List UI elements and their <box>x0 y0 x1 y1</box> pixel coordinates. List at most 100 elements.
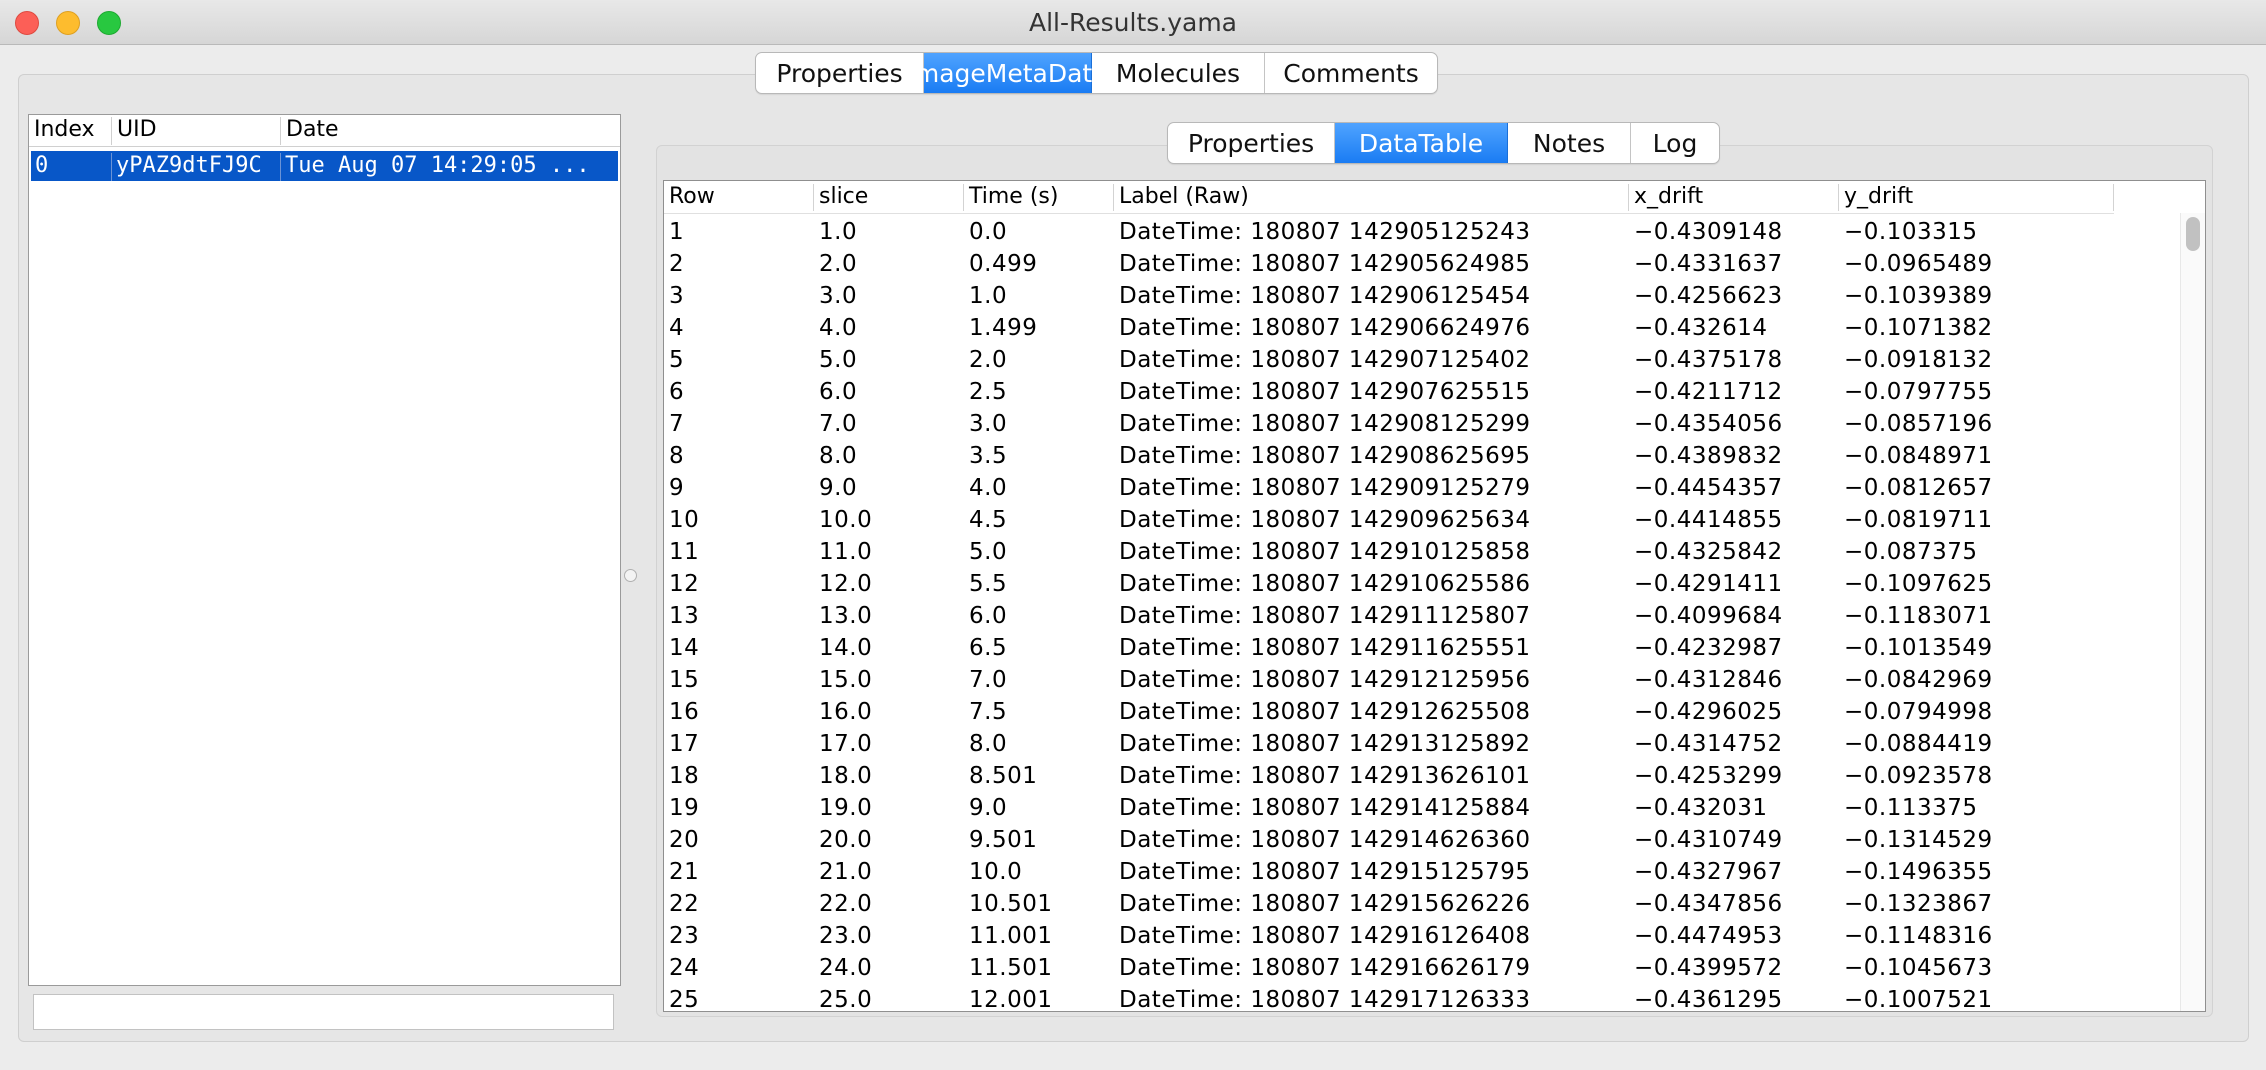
column-header-slice[interactable]: slice <box>814 184 964 211</box>
y-drift-cell: −0.1496355 <box>1844 859 1993 885</box>
table-row[interactable]: 5 5.0 2.0 DateTime: 180807 142907125402 −0.4… <box>664 344 2114 376</box>
column-header-time[interactable]: Time (s) <box>964 184 1114 211</box>
column-header-index[interactable]: Index <box>29 117 112 145</box>
table-row[interactable]: 9 9.0 4.0 DateTime: 180807 142909125279 −0.4… <box>664 472 2114 504</box>
label-cell: DateTime: 180807 142908125299 <box>1119 411 1531 437</box>
table-row[interactable]: 23 23.0 11.001 DateTime: 180807 14291612640… <box>664 920 2114 952</box>
vertical-scrollbar[interactable] <box>2180 213 2205 1011</box>
table-row[interactable]: 21 21.0 10.0 DateTime: 180807 142915125795 −… <box>664 856 2114 888</box>
time-cell: 4.0 <box>969 475 1008 501</box>
label-cell: DateTime: 180807 142915626226 <box>1119 891 1531 917</box>
time-cell: 9.0 <box>969 795 1008 821</box>
slice-cell: 11.0 <box>819 539 873 565</box>
slice-cell: 21.0 <box>819 859 873 885</box>
row-cell: 12 <box>669 571 700 597</box>
data-table-body: 1 1.0 0.0 DateTime: 180807 142905125243 −0.4… <box>664 216 2114 1012</box>
table-row[interactable]: 0 yPAZ9dtFJ9C Tue Aug 07 14:29:05 ... <box>31 151 618 181</box>
y-drift-cell: −0.0812657 <box>1844 475 1993 501</box>
row-cell: 20 <box>669 827 700 853</box>
time-cell: 0.499 <box>969 251 1038 277</box>
slice-cell: 9.0 <box>819 475 858 501</box>
slice-cell: 20.0 <box>819 827 873 853</box>
tab-imagemetadata[interactable]: ImageMetaData <box>907 53 1108 93</box>
x-drift-cell: −0.4361295 <box>1634 987 1783 1012</box>
time-cell: 11.501 <box>969 955 1053 981</box>
uid-cell: yPAZ9dtFJ9C <box>112 153 281 181</box>
column-header-label-raw[interactable]: Label (Raw) <box>1114 184 1629 211</box>
table-row[interactable]: 12 12.0 5.5 DateTime: 180807 142910625586 −0… <box>664 568 2114 600</box>
table-row[interactable]: 19 19.0 9.0 DateTime: 180807 142914125884 −0… <box>664 792 2114 824</box>
column-header-uid[interactable]: UID <box>112 117 281 145</box>
slice-cell: 25.0 <box>819 987 873 1012</box>
label-cell: DateTime: 180807 142915125795 <box>1119 859 1531 885</box>
tab-properties-sub[interactable]: Properties <box>1168 123 1335 163</box>
time-cell: 9.501 <box>969 827 1038 853</box>
label-cell: DateTime: 180807 142913125892 <box>1119 731 1531 757</box>
label-cell: DateTime: 180807 142913626101 <box>1119 763 1531 789</box>
y-drift-cell: −0.0848971 <box>1844 443 1993 469</box>
tab-comments[interactable]: Comments <box>1265 53 1437 93</box>
tab-datatable[interactable]: DataTable <box>1335 123 1508 163</box>
y-drift-cell: −0.1183071 <box>1844 603 1993 629</box>
slice-cell: 15.0 <box>819 667 873 693</box>
tab-properties[interactable]: Properties <box>756 53 924 93</box>
table-row[interactable]: 17 17.0 8.0 DateTime: 180807 142913125892 −0… <box>664 728 2114 760</box>
label-cell: DateTime: 180807 142912125956 <box>1119 667 1531 693</box>
split-pane-divider[interactable] <box>624 569 637 582</box>
y-drift-cell: −0.0794998 <box>1844 699 1993 725</box>
slice-cell: 18.0 <box>819 763 873 789</box>
x-drift-cell: −0.4474953 <box>1634 923 1783 949</box>
slice-cell: 13.0 <box>819 603 873 629</box>
row-cell: 14 <box>669 635 700 661</box>
label-cell: DateTime: 180807 142907125402 <box>1119 347 1531 373</box>
table-row[interactable]: 7 7.0 3.0 DateTime: 180807 142908125299 −0.4… <box>664 408 2114 440</box>
table-row[interactable]: 8 8.0 3.5 DateTime: 180807 142908625695 −0.4… <box>664 440 2114 472</box>
table-row[interactable]: 4 4.0 1.499 DateTime: 180807 142906624976 −0… <box>664 312 2114 344</box>
time-cell: 8.501 <box>969 763 1038 789</box>
scrollbar-thumb[interactable] <box>2186 217 2200 251</box>
row-cell: 18 <box>669 763 700 789</box>
table-row[interactable]: 24 24.0 11.501 DateTime: 180807 14291662617… <box>664 952 2114 984</box>
metadata-table-header: Index UID Date <box>29 115 620 147</box>
table-row[interactable]: 18 18.0 8.501 DateTime: 180807 142913626101… <box>664 760 2114 792</box>
table-row[interactable]: 2 2.0 0.499 DateTime: 180807 142905624985 −0… <box>664 248 2114 280</box>
label-cell: DateTime: 180807 142912625508 <box>1119 699 1531 725</box>
time-cell: 5.5 <box>969 571 1008 597</box>
x-drift-cell: −0.4414855 <box>1634 507 1783 533</box>
table-row[interactable]: 10 10.0 4.5 DateTime: 180807 142909625634 −0… <box>664 504 2114 536</box>
column-header-row[interactable]: Row <box>664 184 814 211</box>
label-cell: DateTime: 180807 142910125858 <box>1119 539 1531 565</box>
metadata-table: Index UID Date 0 yPAZ9dtFJ9C Tue Aug 07 … <box>28 114 621 986</box>
table-row[interactable]: 20 20.0 9.501 DateTime: 180807 142914626360… <box>664 824 2114 856</box>
table-row[interactable]: 25 25.0 12.001 DateTime: 180807 14291712633… <box>664 984 2114 1012</box>
column-header-x-drift[interactable]: x_drift <box>1629 184 1839 211</box>
search-input[interactable] <box>33 994 614 1030</box>
column-header-date[interactable]: Date <box>281 117 621 145</box>
table-row[interactable]: 14 14.0 6.5 DateTime: 180807 142911625551 −0… <box>664 632 2114 664</box>
table-row[interactable]: 15 15.0 7.0 DateTime: 180807 142912125956 −0… <box>664 664 2114 696</box>
table-row[interactable]: 6 6.0 2.5 DateTime: 180807 142907625515 −0.4… <box>664 376 2114 408</box>
table-row[interactable]: 11 11.0 5.0 DateTime: 180807 142910125858 −0… <box>664 536 2114 568</box>
slice-cell: 17.0 <box>819 731 873 757</box>
time-cell: 10.501 <box>969 891 1053 917</box>
date-cell: Tue Aug 07 14:29:05 ... <box>285 153 590 178</box>
tab-notes[interactable]: Notes <box>1508 123 1631 163</box>
table-row[interactable]: 22 22.0 10.501 DateTime: 180807 14291562622… <box>664 888 2114 920</box>
label-cell: DateTime: 180807 142906125454 <box>1119 283 1531 309</box>
x-drift-cell: −0.4312846 <box>1634 667 1783 693</box>
table-row[interactable]: 16 16.0 7.5 DateTime: 180807 142912625508 −0… <box>664 696 2114 728</box>
label-cell: DateTime: 180807 142907625515 <box>1119 379 1531 405</box>
tab-log[interactable]: Log <box>1631 123 1719 163</box>
table-row[interactable]: 1 1.0 0.0 DateTime: 180807 142905125243 −0.4… <box>664 216 2114 248</box>
x-drift-cell: −0.4399572 <box>1634 955 1783 981</box>
label-cell: DateTime: 180807 142914125884 <box>1119 795 1531 821</box>
time-cell: 3.5 <box>969 443 1008 469</box>
tab-molecules[interactable]: Molecules <box>1092 53 1265 93</box>
row-cell: 5 <box>669 347 685 373</box>
x-drift-cell: −0.4454357 <box>1634 475 1783 501</box>
table-row[interactable]: 13 13.0 6.0 DateTime: 180807 142911125807 −0… <box>664 600 2114 632</box>
slice-cell: 5.0 <box>819 347 858 373</box>
y-drift-cell: −0.1071382 <box>1844 315 1993 341</box>
column-header-y-drift[interactable]: y_drift <box>1839 184 2114 211</box>
table-row[interactable]: 3 3.0 1.0 DateTime: 180807 142906125454 −0.4… <box>664 280 2114 312</box>
